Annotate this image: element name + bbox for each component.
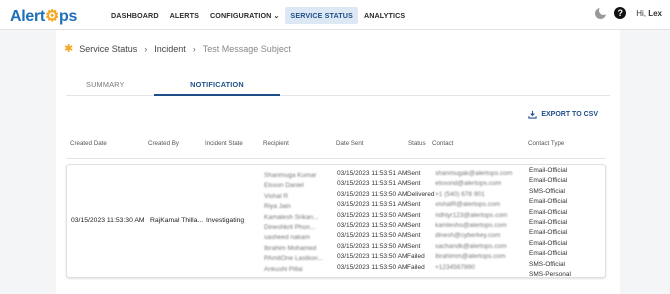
breadcrumb: ✱ Service Status › Incident › Test Messa…	[64, 42, 291, 55]
divider	[66, 158, 606, 159]
list-item: 03/15/2023 11:53:50 AM	[337, 211, 407, 219]
nav-dashboard[interactable]: DASHBOARD	[106, 7, 164, 24]
status-badge: Sent	[407, 170, 421, 177]
list-item: Riya Jain	[264, 203, 291, 211]
list-item: elssond@alertops.com	[435, 180, 502, 188]
tab-notification[interactable]: NOTIFICATION	[154, 80, 280, 96]
alertops-logo[interactable]: Alert⚙ps	[10, 6, 77, 26]
chevron-right-icon: ›	[192, 43, 196, 54]
list-item: sachandk@alertops.com	[435, 242, 507, 250]
user-greeting[interactable]: Hi, Lex	[636, 9, 662, 18]
main-nav: DASHBOARD ALERTS CONFIGURATION ⌄ SERVICE …	[106, 0, 411, 30]
list-item: +1 (540) 678 901	[435, 190, 485, 198]
list-item: Email-Official	[529, 229, 568, 237]
list-item: Ankushi Pillai	[264, 265, 303, 273]
list-item: kamlesho@alertops.com	[435, 221, 507, 229]
table-row[interactable]: 03/15/2023 11:53:30 AM RajKamal Thilla..…	[66, 164, 606, 278]
status-badge: Sent	[407, 242, 421, 250]
service-status-icon: ✱	[64, 43, 74, 55]
header-contact[interactable]: Contact	[432, 140, 453, 147]
contact-type-list: Email-Official Email-Official SMS-Offici…	[529, 166, 571, 280]
nav-configuration[interactable]: CONFIGURATION ⌄	[205, 7, 284, 24]
status-list: Sent Sent Delivered Sent Sent Sent Sent …	[407, 169, 435, 273]
status-badge: Sent	[407, 201, 421, 209]
list-item: dinesh@cyberkey.com	[435, 232, 501, 240]
list-item: 03/15/2023 11:53:50 AM	[337, 190, 407, 198]
status-badge: Sent	[407, 180, 421, 188]
list-item: 03/15/2023 11:53:50 AM	[337, 232, 407, 240]
header-status[interactable]: Status	[408, 140, 426, 147]
status-badge: Sent	[407, 211, 421, 219]
list-item: PAmitOne Lastkon...	[264, 255, 324, 263]
list-item: 03/15/2023 11:53:50 AM	[337, 263, 407, 271]
list-item: sasheed nakam	[264, 234, 310, 242]
status-badge: Delivered	[407, 190, 435, 198]
tab-summary[interactable]: SUMMARY	[86, 80, 125, 89]
download-icon	[528, 110, 537, 119]
status-badge: Sent	[407, 232, 421, 240]
nav-alerts[interactable]: ALERTS	[165, 7, 204, 24]
list-item: Kamalesh Srikan...	[264, 213, 319, 221]
list-item: 03/15/2023 11:53:50 AM	[337, 221, 407, 229]
list-item: vishalR@alertops.com	[435, 201, 501, 209]
dark-mode-icon[interactable]	[595, 5, 609, 19]
list-item: Email-Official	[529, 177, 568, 185]
list-item: 03/15/2023 11:53:50 AM	[337, 242, 407, 250]
header-date-sent[interactable]: Date Sent	[336, 140, 364, 147]
list-item: ridhiyr123@alertops.com	[435, 211, 508, 219]
top-navbar: Alert⚙ps DASHBOARD ALERTS CONFIGURATION ⌄…	[0, 0, 670, 30]
list-item: SMS-Official	[529, 187, 565, 195]
recipient-list: Shanmuga Kumar Elsson Daniel Vishal R Ri…	[264, 171, 323, 275]
list-item: ibrahimm@alertops.com	[435, 253, 506, 261]
list-item: SMS-Official	[529, 260, 565, 268]
list-item: Email-Official	[529, 239, 568, 247]
list-item: Shanmuga Kumar	[264, 172, 317, 179]
list-item: 03/15/2023 11:53:50 AM	[337, 253, 407, 261]
date-sent-list: 03/15/2023 11:53:51 AM 03/15/2023 11:53:…	[337, 169, 407, 273]
status-badge: Failed	[407, 263, 425, 271]
list-item: shanmugak@alertops.com	[435, 170, 513, 177]
content-card: ✱ Service Status › Incident › Test Messa…	[56, 30, 620, 294]
chevron-right-icon: ›	[144, 43, 148, 54]
chevron-down-icon: ⌄	[273, 12, 280, 20]
list-item: Email-Official	[529, 167, 568, 174]
list-item: Email-Official	[529, 198, 568, 206]
list-item: Email-Official	[529, 208, 568, 216]
list-item: Vishal R	[264, 192, 289, 200]
status-badge: Failed	[407, 253, 425, 261]
list-item: Dineshkrit Phon...	[264, 223, 316, 231]
tab-bar: SUMMARY NOTIFICATION	[66, 74, 610, 96]
help-icon[interactable]: ?	[614, 7, 627, 19]
nav-service-status[interactable]: SERVICE STATUS	[285, 6, 358, 24]
list-item: 03/15/2023 11:53:51 AM	[337, 180, 407, 188]
list-item: +1234567890	[435, 263, 475, 271]
header-recipient[interactable]: Recipient	[263, 140, 289, 147]
cell-incident-state: Investigating	[206, 217, 245, 224]
header-created-date[interactable]: Created Date	[70, 140, 107, 147]
cell-created-date: 03/15/2023 11:53:30 AM	[71, 217, 145, 224]
status-badge: Sent	[407, 221, 421, 229]
list-item: 03/15/2023 11:53:51 AM	[337, 170, 407, 177]
list-item: Elsson Daniel	[264, 182, 304, 190]
breadcrumb-service-status[interactable]: Service Status	[79, 44, 137, 54]
header-contact-type[interactable]: Contact Type	[528, 140, 564, 147]
header-created-by[interactable]: Created By	[148, 140, 179, 147]
list-item: 03/15/2023 11:53:51 AM	[337, 201, 407, 209]
breadcrumb-current: Test Message Subject	[202, 43, 291, 54]
list-item: Ibrahim Mohamed	[264, 244, 317, 252]
header-incident-state[interactable]: Incident State	[205, 140, 243, 147]
export-csv-button[interactable]: EXPORT TO CSV	[528, 110, 598, 119]
list-item: Email-Official	[529, 250, 568, 258]
list-item: SMS-Personal	[529, 270, 571, 278]
nav-analytics[interactable]: ANALYTICS	[359, 7, 410, 24]
contact-list: shanmugak@alertops.com elssond@alertops.…	[435, 169, 525, 273]
cell-created-by: RajKamal Thilla...	[150, 217, 204, 224]
breadcrumb-incident[interactable]: Incident	[154, 44, 186, 54]
list-item: Email-Official	[529, 218, 568, 226]
